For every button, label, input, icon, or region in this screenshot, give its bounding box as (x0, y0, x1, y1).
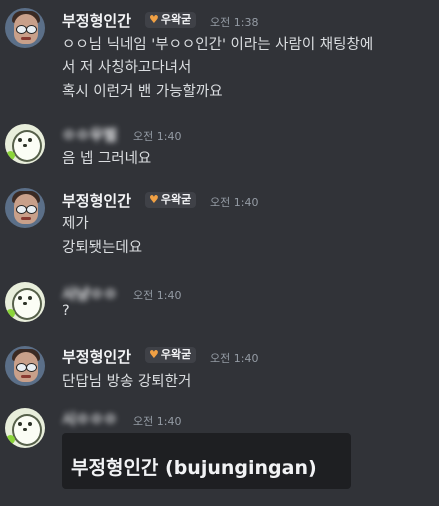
role-badge: ♥ 우왁굳 (145, 12, 197, 28)
timestamp: 오전 1:40 (210, 196, 259, 209)
message-text: 음 넵 그러네요 (62, 151, 152, 167)
message-text: 단답님 방송 강퇴한거 (62, 374, 192, 390)
role-badge: ♥ 우왁굳 (145, 192, 197, 208)
heart-icon: ♥ (149, 348, 159, 361)
message-text: 제가 (62, 216, 89, 232)
heart-icon: ♥ (149, 193, 159, 206)
timestamp: 오전 1:38 (210, 16, 259, 29)
author-name[interactable]: 부정형인간 (62, 346, 131, 367)
author-name[interactable]: 사냥ㅇㅇ (62, 283, 117, 304)
user-avatar[interactable] (5, 346, 45, 386)
message-text: 강퇴됏는데요 (62, 240, 143, 256)
message-text: 서 저 사칭하고다녀서 (62, 60, 192, 76)
author-name[interactable]: ㅇㅇ우벌 (62, 124, 117, 145)
role-badge: ♥ 우왁굳 (145, 347, 197, 363)
message-text: 혹시 이런거 밴 가능할까요 (62, 84, 223, 100)
user-avatar[interactable] (5, 8, 45, 48)
timestamp: 오전 1:40 (210, 352, 259, 365)
author-name[interactable]: 부정형인간 (62, 190, 131, 211)
author-name[interactable]: 부정형인간 (62, 10, 131, 31)
timestamp: 오전 1:40 (133, 415, 182, 428)
author-name[interactable]: 시ㅇㅇㅇ (62, 408, 117, 429)
timestamp: 오전 1:40 (133, 289, 182, 302)
user-avatar[interactable] (5, 124, 45, 164)
user-avatar[interactable] (5, 282, 45, 322)
link-embed[interactable]: 부정형인간 (bujungingan) (62, 433, 351, 489)
heart-icon: ♥ (149, 13, 159, 26)
message-text: ㅇㅇ님 닉네임 '부ㅇㅇ인간' 이라는 사람이 채팅창에 (62, 37, 374, 53)
user-avatar[interactable] (5, 188, 45, 228)
embed-title[interactable]: 부정형인간 (bujungingan) (71, 453, 317, 480)
message-text: ? (62, 303, 70, 319)
user-avatar[interactable] (5, 408, 45, 448)
timestamp: 오전 1:40 (133, 130, 182, 143)
